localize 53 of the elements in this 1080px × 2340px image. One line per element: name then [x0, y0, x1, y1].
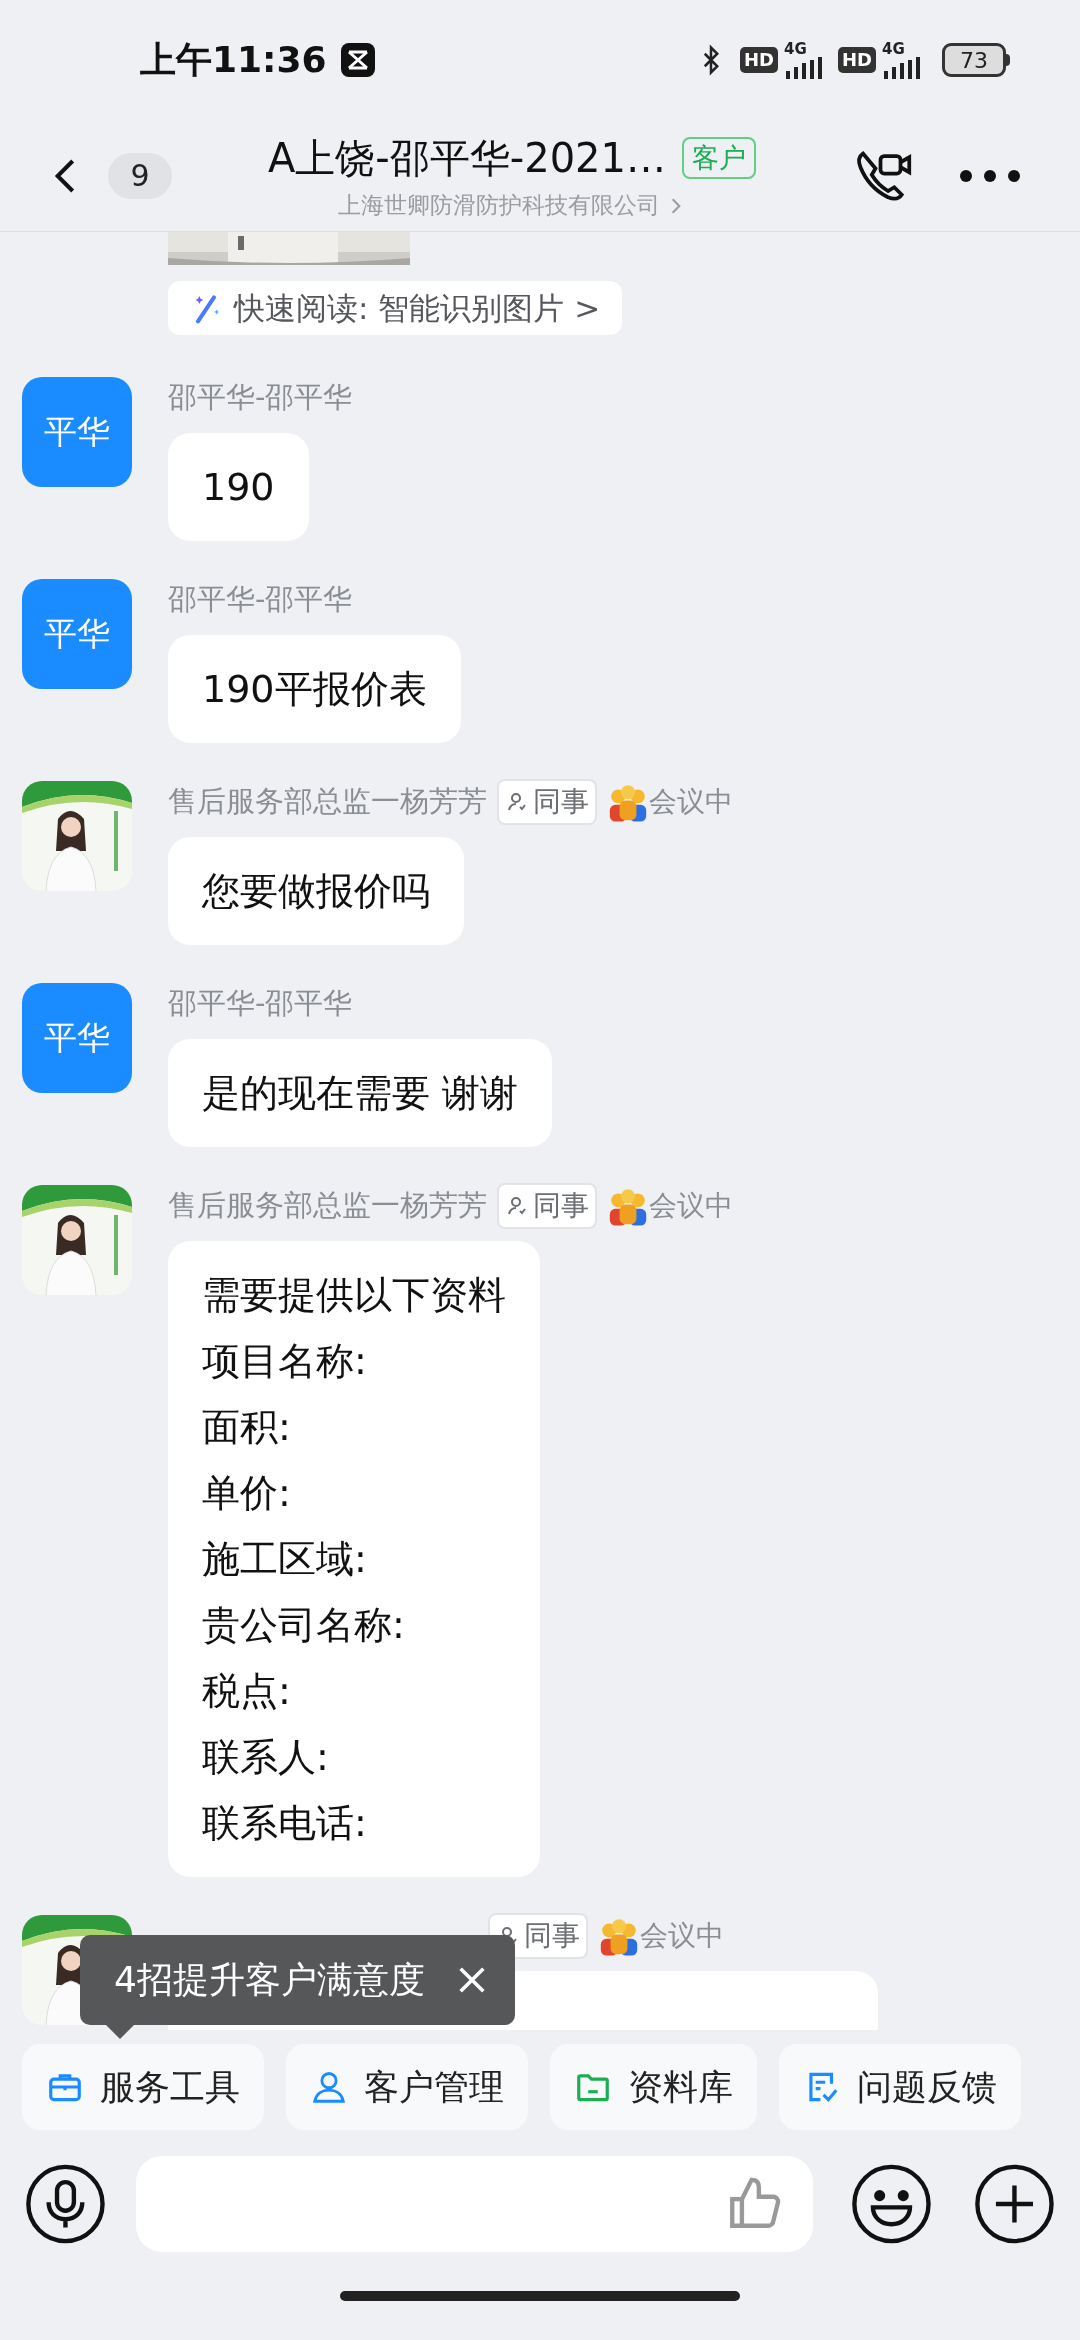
sender-name: 邵平华-邵平华: [168, 581, 353, 619]
more-icon[interactable]: [960, 169, 1020, 182]
tool-button[interactable]: 客户管理: [286, 2044, 528, 2130]
meeting-status: 会议中: [640, 1918, 724, 1954]
sender-name: 售后服务部总监一杨芳芳: [168, 1187, 487, 1225]
customer-tag: 客户: [682, 137, 756, 180]
message-text: 您要做报价吗: [202, 868, 430, 915]
tool-button[interactable]: 资料库: [550, 2044, 757, 2130]
message-input[interactable]: [135, 2156, 814, 2252]
message-bubble[interactable]: 需要提供以下资料 项目名称: 面积: 单价: 施工区域: 贵公司名称: 税点: 联系人: 联系电话:: [168, 1241, 540, 1877]
message-text: 面积:: [202, 1404, 292, 1451]
message-bubble[interactable]: 190: [168, 433, 309, 541]
tip-pointer: [106, 2025, 134, 2039]
network-type: 4G: [882, 41, 905, 57]
message-bubble[interactable]: 您要做报价吗: [168, 837, 464, 945]
sender-name: 邵平华-邵平华: [168, 379, 353, 417]
message-bubble[interactable]: 是的现在需要 谢谢: [168, 1039, 553, 1147]
hd-badge: HD: [739, 47, 778, 73]
meeting-status: 会议中: [649, 1188, 733, 1224]
hd-badge: HD: [838, 47, 876, 73]
message-text: 施工区域:: [202, 1536, 368, 1583]
app-icon: [340, 43, 375, 77]
message-text: 单价:: [202, 1470, 292, 1517]
message-text: 联系电话:: [202, 1800, 368, 1847]
message-bubble[interactable]: 190平报价表: [168, 635, 461, 743]
signal-icon: [882, 56, 922, 79]
message-text: 贵公司名称:: [202, 1602, 406, 1649]
tool-button[interactable]: 问题反馈: [779, 2044, 1021, 2130]
add-icon[interactable]: [974, 2163, 1055, 2245]
status-time: 上午11:36: [140, 38, 327, 82]
signal-icon: [784, 56, 824, 79]
message-text: 联系人:: [202, 1734, 330, 1781]
message-text: 190: [202, 464, 275, 511]
battery-indicator: 73: [942, 43, 1010, 77]
quick-read-chip[interactable]: 快速阅读: 智能识别图片 >: [168, 281, 623, 335]
tip-popup[interactable]: 4招提升客户满意度: [80, 1935, 515, 2025]
network-type: 4G: [784, 41, 807, 57]
tool-button[interactable]: 服务工具: [22, 2044, 264, 2130]
chat-title: A上饶-邵平华-2021…: [268, 134, 666, 184]
message-text: 190平报价表: [202, 666, 427, 713]
sender-name: 邵平华-邵平华: [168, 985, 353, 1023]
message-text: 税点:: [202, 1668, 292, 1715]
colleague-tag: 同事: [497, 779, 597, 825]
meeting-status: 会议中: [649, 784, 733, 820]
message-text: 是的现在需要 谢谢: [202, 1070, 519, 1117]
microphone-icon[interactable]: [25, 2163, 106, 2245]
emoji-icon[interactable]: [851, 2163, 933, 2245]
unread-count[interactable]: 9: [108, 152, 172, 199]
message-text: 项目名称:: [202, 1338, 368, 1385]
tip-text: 4招提升客户满意度: [114, 1958, 425, 2002]
sender-name: 售后服务部总监一杨芳芳: [168, 783, 487, 821]
message-text: 需要提供以下资料: [202, 1272, 506, 1319]
colleague-tag: 同事: [497, 1183, 597, 1229]
